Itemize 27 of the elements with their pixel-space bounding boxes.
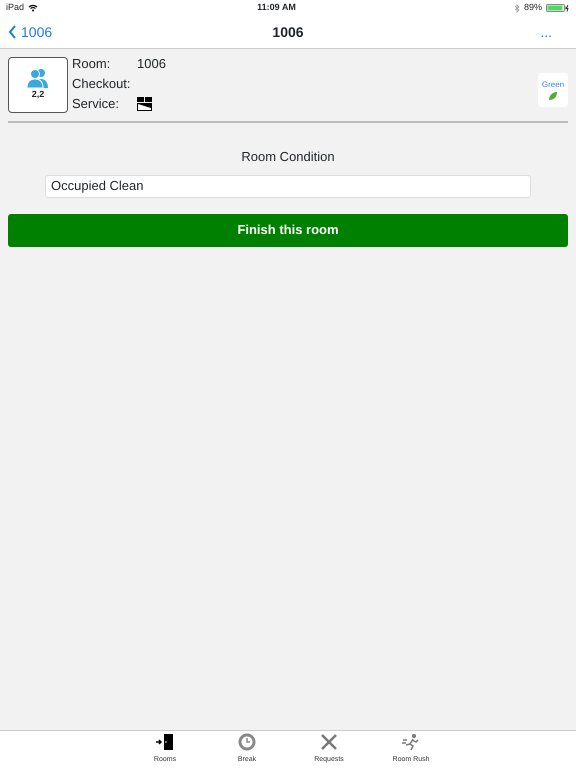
condition-field[interactable]: Occupied Clean <box>45 174 531 198</box>
field-label: Room: <box>72 55 112 73</box>
finish-button[interactable]: Finish this room <box>8 214 568 246</box>
device-name: iPad <box>6 1 24 14</box>
page-title: 1006 <box>272 22 304 42</box>
service-icon <box>137 97 152 111</box>
door-icon <box>155 733 175 751</box>
status-time: 11:09 AM <box>257 1 296 14</box>
clock-icon <box>237 733 257 751</box>
field-value: 1006 <box>137 55 166 73</box>
more-button[interactable]: ... <box>540 22 552 42</box>
bluetooth-icon <box>514 4 520 12</box>
back-button[interactable]: 1006 <box>8 22 52 42</box>
eco-badge: Green <box>538 73 568 107</box>
back-chevron-icon <box>8 25 17 39</box>
field-label: Service: <box>72 95 120 113</box>
occupancy-tile[interactable]: 2,2 <box>8 57 68 113</box>
runner-icon <box>401 733 421 751</box>
battery-icon <box>546 4 570 12</box>
field-label: Checkout: <box>72 75 132 93</box>
occupancy-count: 2,2 <box>32 88 44 102</box>
battery-percent: 89% <box>524 1 542 14</box>
tools-icon <box>319 733 339 751</box>
wifi-icon <box>28 4 38 12</box>
leaf-icon <box>548 91 558 101</box>
condition-label: Room Condition <box>241 149 335 164</box>
guests-icon <box>26 68 50 88</box>
